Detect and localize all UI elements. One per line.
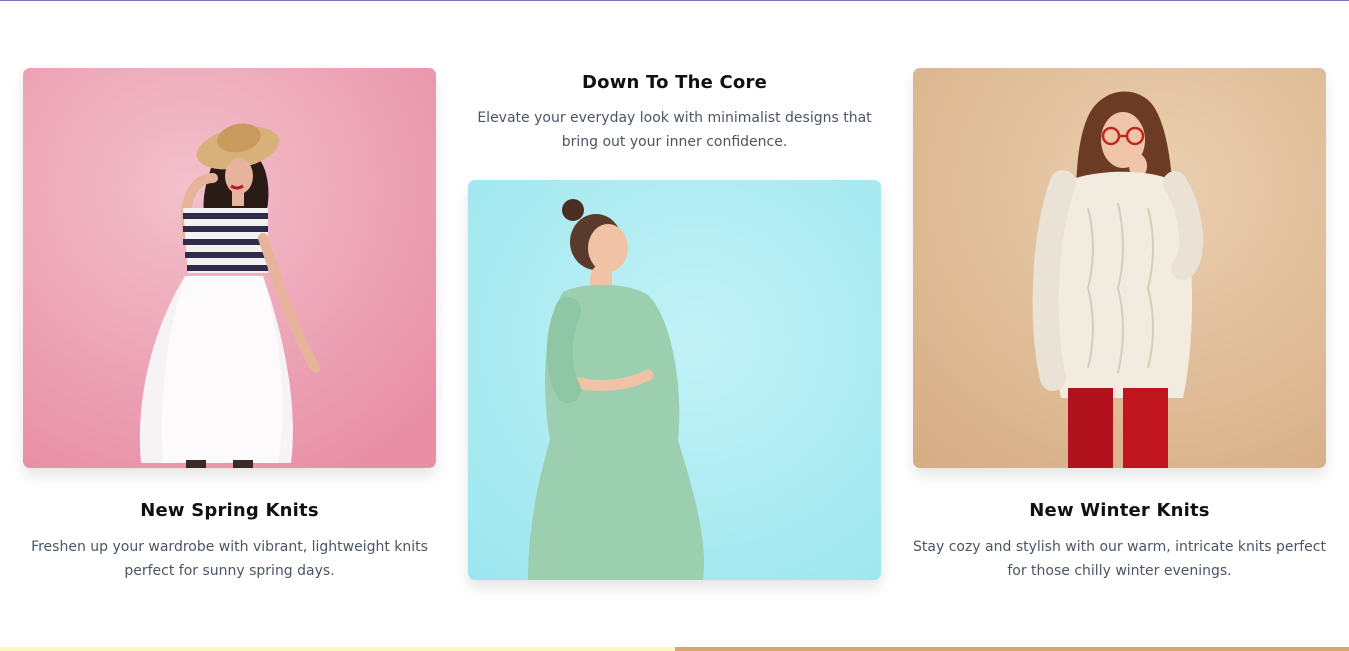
bottom-bar-right — [675, 647, 1349, 651]
woman-hat-striped-top-photo — [23, 68, 436, 468]
winter-knits-description: Stay cozy and stylish with our warm, int… — [913, 539, 1326, 579]
winter-knits-image[interactable] — [913, 68, 1326, 468]
woman-cream-sweater-photo — [913, 68, 1326, 468]
woman-green-dress-photo — [468, 180, 881, 580]
spring-knits-title: New Spring Knits — [140, 500, 319, 521]
core-description: Elevate your everyday look with minimali… — [477, 110, 872, 150]
core-title: Down To The Core — [582, 72, 767, 93]
core-image[interactable] — [468, 180, 881, 580]
top-accent-line — [0, 0, 1349, 1]
winter-knits-title: New Winter Knits — [1029, 500, 1210, 521]
bottom-bar-left — [0, 647, 675, 651]
spring-knits-description: Freshen up your wardrobe with vibrant, l… — [31, 539, 428, 579]
spring-knits-image[interactable] — [23, 68, 436, 468]
